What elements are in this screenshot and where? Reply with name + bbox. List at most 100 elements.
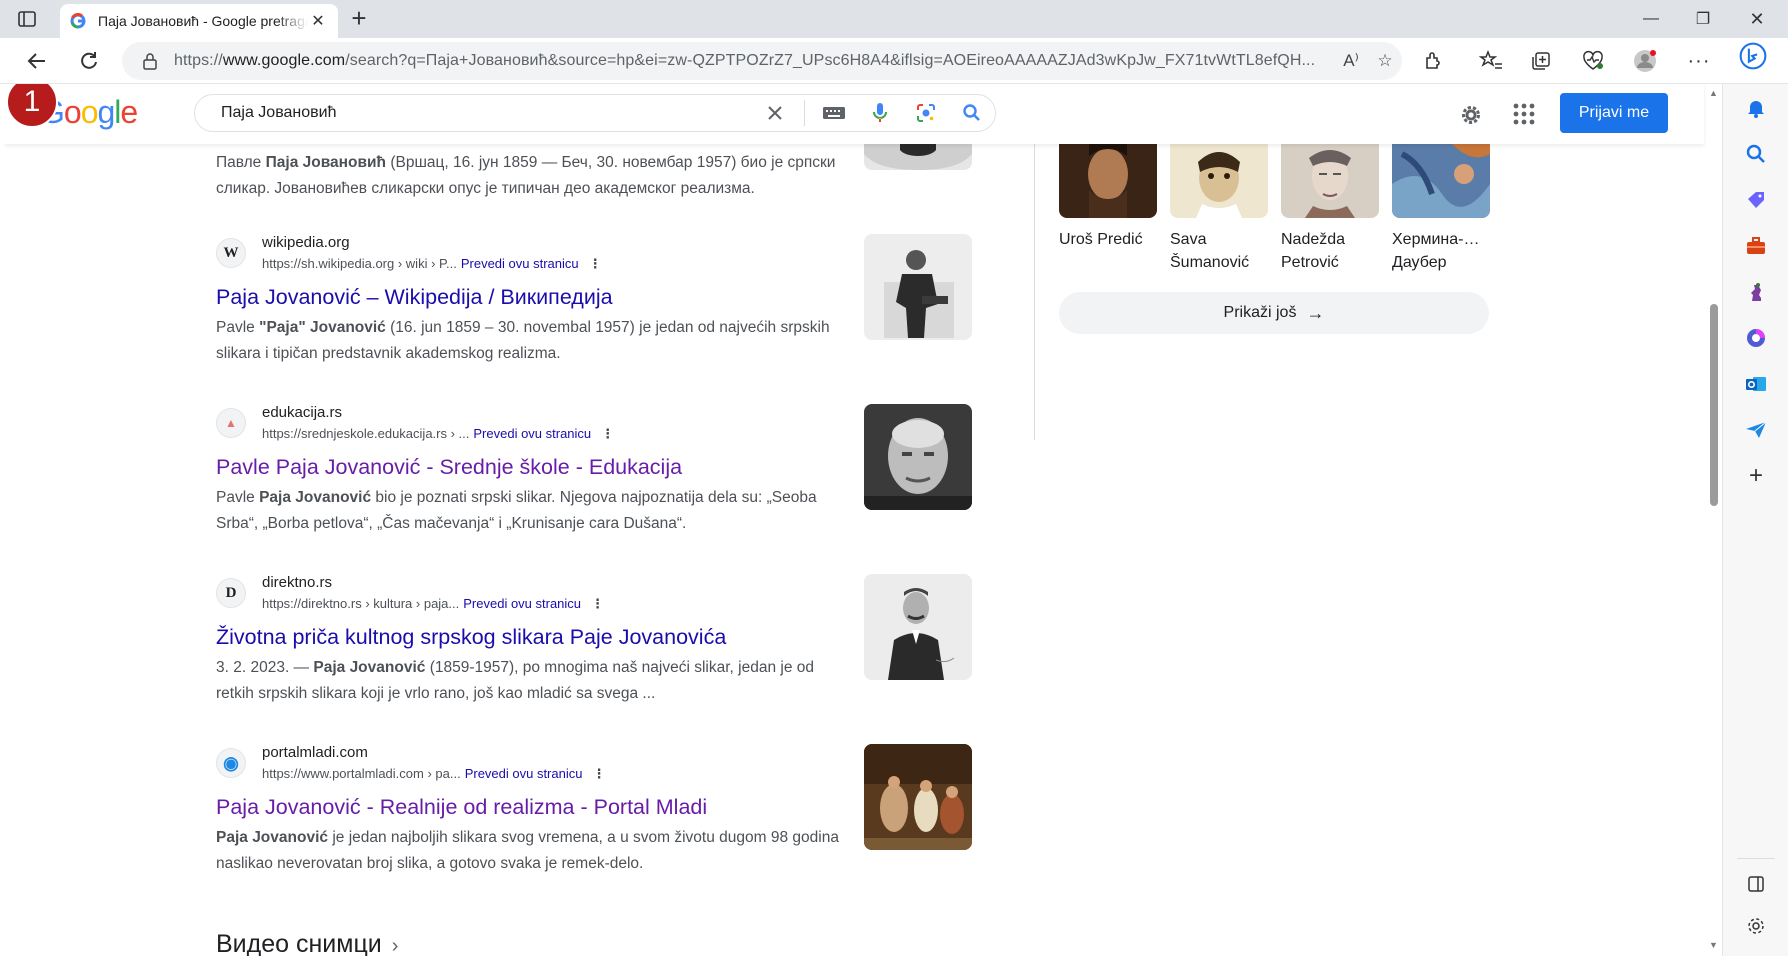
outlook-icon[interactable] <box>1742 370 1770 398</box>
person-photo <box>1059 144 1157 218</box>
search-divider <box>804 100 805 126</box>
bing-copilot-icon[interactable] <box>1739 42 1767 70</box>
new-tab-icon[interactable]: + <box>346 5 372 32</box>
result-snippet: Pavle Paja Jovanović bio je poznati srps… <box>216 489 817 532</box>
result-site-name: wikipedia.org <box>262 234 350 251</box>
close-window-icon[interactable]: ✕ <box>1730 0 1784 38</box>
browser-window: Паја Јовановић - Google pretraga ✕ + — ❐… <box>0 0 1788 956</box>
search-submit-icon[interactable] <box>949 95 995 131</box>
microsoft-365-icon[interactable] <box>1742 324 1770 352</box>
people-card-hermina-dauber[interactable]: Хермина-… Даубер <box>1392 144 1490 274</box>
result-cite: https://srednjeskole.edukacija.rs › ... P… <box>262 426 615 441</box>
restore-icon[interactable]: ❐ <box>1676 0 1730 38</box>
translate-link[interactable]: Prevedi ovu stranicu <box>463 596 581 611</box>
result-title-link[interactable]: Pavle Paja Jovanović - Srednje škole - E… <box>216 452 846 482</box>
google-favicon-icon <box>70 12 86 29</box>
result-cite: https://sh.wikipedia.org › wiki › P... Pr… <box>262 256 602 271</box>
search-result-portalmladi: ◉ portalmladi.com https://www.portalmlad… <box>216 744 846 877</box>
person-photo <box>1281 144 1379 218</box>
sidebar-settings-icon[interactable] <box>1742 912 1770 940</box>
search-sidebar-icon[interactable] <box>1742 140 1770 168</box>
search-result-direktno: D direktno.rs https://direktno.rs › kult… <box>216 574 846 707</box>
address-bar[interactable]: https://www.google.com/search?q=Паја+Јов… <box>122 42 1402 80</box>
send-drop-icon[interactable] <box>1742 416 1770 444</box>
google-header: Google Паја Јовановић <box>4 84 1704 144</box>
scroll-down-arrow-icon[interactable]: ▼ <box>1709 940 1718 950</box>
tools-toolbox-icon[interactable] <box>1742 232 1770 260</box>
edukacija-favicon-icon: ▲ <box>216 408 246 438</box>
collections-icon[interactable] <box>1526 46 1556 76</box>
extensions-icon[interactable] <box>1418 46 1448 76</box>
gear-icon[interactable] <box>1458 102 1484 128</box>
lens-search-icon[interactable] <box>903 95 949 131</box>
search-result-wikipedia: W wikipedia.org https://sh.wikipedia.org… <box>216 234 846 367</box>
notifications-icon[interactable] <box>1742 94 1770 122</box>
translate-link[interactable]: Prevedi ovu stranicu <box>465 766 583 781</box>
minimize-icon[interactable]: — <box>1624 0 1678 38</box>
result-snippet: Pavle "Paja" Jovanović (16. jun 1859 – 3… <box>216 319 830 362</box>
keyboard-icon[interactable] <box>811 95 857 131</box>
search-input[interactable]: Паја Јовановић <box>221 104 752 122</box>
refresh-icon[interactable] <box>74 46 104 76</box>
logo-letter: e <box>120 94 138 130</box>
result-thumbnail-edukacija[interactable] <box>864 404 972 510</box>
hide-sidebar-icon[interactable] <box>1742 870 1770 898</box>
more-options-icon[interactable]: ⋮ <box>591 596 604 611</box>
people-card-sava-sumanovic[interactable]: Sava Šumanović <box>1170 144 1268 274</box>
browser-essentials-icon[interactable] <box>1578 46 1608 76</box>
favorites-icon[interactable] <box>1476 46 1506 76</box>
lock-icon[interactable] <box>140 51 160 71</box>
shopping-tag-icon[interactable] <box>1742 186 1770 214</box>
scroll-up-arrow-icon[interactable]: ▲ <box>1709 88 1718 98</box>
result-thumbnail-direktno[interactable] <box>864 574 972 680</box>
show-more-button[interactable]: Prikaži još → <box>1059 292 1489 334</box>
read-aloud-icon[interactable]: A⁾ <box>1334 46 1368 76</box>
sign-in-button[interactable]: Prijavi me <box>1560 93 1668 133</box>
clear-search-icon[interactable] <box>752 95 798 131</box>
voice-search-icon[interactable] <box>857 95 903 131</box>
result-title-link[interactable]: Životna priča kultnog srpskog slikara Pa… <box>216 622 846 652</box>
more-options-icon[interactable]: ⋮ <box>601 426 614 441</box>
scrollbar-thumb[interactable] <box>1710 304 1718 506</box>
translate-link[interactable]: Prevedi ovu stranicu <box>461 256 579 271</box>
favorite-star-icon[interactable]: ☆ <box>1368 46 1402 76</box>
direktno-favicon-icon: D <box>216 578 246 608</box>
chevron-right-icon: › <box>391 935 399 956</box>
logo-letter: o <box>80 94 99 130</box>
person-photo <box>1170 144 1268 218</box>
videos-section-heading[interactable]: Видео снимци › <box>216 930 398 956</box>
person-photo <box>1392 144 1490 218</box>
more-options-icon[interactable]: ⋮ <box>589 256 602 271</box>
settings-more-icon[interactable]: ··· <box>1684 46 1714 76</box>
tab-strip: Паја Јовановић - Google pretraga ✕ + — ❐… <box>0 0 1788 38</box>
result-title-link[interactable]: Paja Jovanović – Wikipedija / Википедија <box>216 282 846 312</box>
games-chess-icon[interactable] <box>1742 278 1770 306</box>
result-cite: https://direktno.rs › kultura › paja... P… <box>262 596 605 611</box>
result-thumbnail-portalmladi[interactable] <box>864 744 972 850</box>
panel-divider <box>1034 144 1035 440</box>
url-text: https://www.google.com/search?q=Паја+Јов… <box>174 52 1316 69</box>
tab-google-search[interactable]: Паја Јовановић - Google pretraga ✕ <box>60 4 338 38</box>
person-name: Sava Šumanović <box>1170 231 1250 271</box>
more-options-icon[interactable]: ⋮ <box>592 766 605 781</box>
page-scrollbar[interactable]: ▲ ▼ <box>1706 84 1722 956</box>
translate-link[interactable]: Prevedi ovu stranicu <box>473 426 591 441</box>
result-source[interactable]: ▲ edukacija.rs https://srednjeskole.eduk… <box>216 404 846 444</box>
tab-close-icon[interactable]: ✕ <box>308 11 328 31</box>
result-source[interactable]: ◉ portalmladi.com https://www.portalmlad… <box>216 744 846 784</box>
result-thumbnail-wikipedia[interactable] <box>864 234 972 340</box>
search-box[interactable]: Паја Јовановић <box>194 94 996 132</box>
google-apps-icon[interactable] <box>1512 102 1538 128</box>
result-source[interactable]: D direktno.rs https://direktno.rs › kult… <box>216 574 846 614</box>
result-cite: https://www.portalmladi.com › pa... Preve… <box>262 766 606 781</box>
tab-actions-icon[interactable] <box>16 8 40 30</box>
people-card-uros-predic[interactable]: Uroš Predić <box>1059 144 1157 251</box>
result-title-link[interactable]: Paja Jovanović - Realnije od realizma - … <box>216 792 846 822</box>
sidebar-divider <box>1737 858 1775 859</box>
people-card-nadezda-petrovic[interactable]: Nadežda Petrović <box>1281 144 1379 274</box>
profile-avatar-icon[interactable] <box>1630 46 1660 76</box>
wikipedia-favicon-icon: W <box>216 238 246 268</box>
back-icon[interactable] <box>22 46 52 76</box>
add-sidebar-icon[interactable]: + <box>1742 462 1770 490</box>
result-source[interactable]: W wikipedia.org https://sh.wikipedia.org… <box>216 234 846 274</box>
